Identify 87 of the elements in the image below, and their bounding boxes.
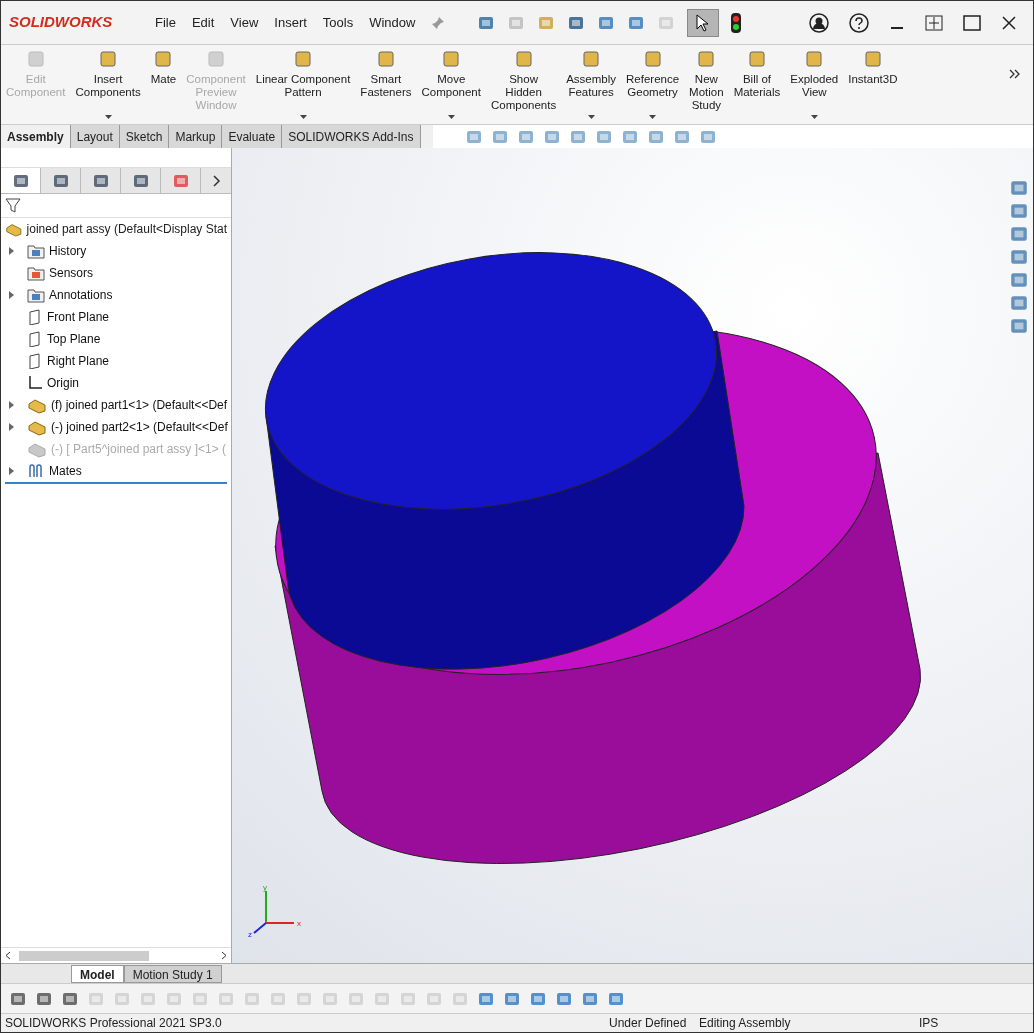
tool-icon [98, 49, 119, 69]
status-mode: Editing Assembly [699, 1015, 792, 1032]
tree-item[interactable]: (-) joined part2<1> (Default<<Def [1, 416, 231, 438]
caret-icon [649, 115, 657, 119]
tool-icon [153, 49, 174, 69]
tree-root-label: joined part assy (Default<Display Stat [26, 221, 227, 238]
tool-icon [804, 49, 825, 69]
ribbon-button[interactable]: Insert Components [70, 49, 146, 123]
ribbon-button[interactable]: Linear Component Pattern [250, 49, 356, 123]
tool-icon [25, 49, 46, 69]
ribbon-button[interactable]: Exploded View [785, 49, 844, 123]
caret-icon [587, 115, 595, 119]
user-icon[interactable] [809, 12, 829, 33]
tool-icon [206, 49, 226, 69]
scrollbar-thumb[interactable] [19, 950, 149, 961]
status-state: Under Defined [609, 1015, 688, 1032]
ribbon-button[interactable]: Mate [145, 49, 182, 123]
tree-item[interactable]: Sensors [1, 262, 231, 284]
app-logo: SOLIDWORKS [9, 12, 114, 33]
tab[interactable]: Sketch [119, 125, 170, 148]
cursor-icon [696, 13, 711, 32]
tree-item[interactable]: Top Plane [1, 328, 231, 350]
tool-icon [746, 49, 767, 69]
ribbon-button[interactable]: Bill of Materials [728, 49, 786, 123]
caret-icon [104, 115, 112, 119]
menu-item[interactable]: View [230, 12, 259, 33]
select-button[interactable] [687, 8, 720, 37]
ribbon-button[interactable]: Move Component [416, 49, 486, 123]
scroll-left-icon[interactable] [5, 951, 11, 960]
scroll-right-icon[interactable] [221, 951, 227, 960]
tree-root[interactable]: joined part assy (Default<Display Stat [1, 218, 231, 240]
expand-arrow-icon[interactable] [9, 247, 14, 255]
tree-item[interactable]: Origin [1, 372, 231, 394]
close-icon[interactable] [1001, 14, 1017, 31]
tree-item[interactable]: Mates [1, 460, 231, 482]
chevrons-right-icon[interactable] [1009, 69, 1021, 79]
tool-icon [581, 49, 602, 69]
caret-icon [810, 115, 818, 119]
tool-icon [696, 49, 717, 69]
caret-icon [447, 115, 455, 119]
pin-icon[interactable] [431, 15, 446, 30]
ribbon-button[interactable]: New Motion Study [684, 49, 729, 123]
menu-item[interactable]: File [155, 12, 176, 33]
tree-item[interactable]: Right Plane [1, 350, 231, 372]
maximize-icon[interactable] [963, 14, 981, 31]
resize-icon[interactable] [925, 14, 943, 31]
status-product: SOLIDWORKS Professional 2021 SP3.0 [5, 1015, 223, 1032]
tool-icon [862, 49, 883, 69]
axis-triad-drawing: y x z [246, 883, 306, 939]
menu-item[interactable]: Window [369, 12, 416, 33]
tab[interactable]: SOLIDWORKS Add-Ins [282, 125, 421, 148]
ribbon-button[interactable]: Reference Geometry [621, 49, 685, 123]
ribbon-button[interactable]: Smart Fasteners [355, 49, 417, 123]
expand-arrow-icon[interactable] [9, 467, 14, 475]
menu-item[interactable]: Tools [322, 12, 354, 33]
tree-item[interactable]: (f) joined part1<1> (Default<<Def [1, 394, 231, 416]
tree-item[interactable]: Annotations [1, 284, 231, 306]
origin-icon [27, 375, 43, 391]
tool-icon [441, 49, 462, 69]
tool-icon [642, 49, 663, 69]
expand-arrow-icon[interactable] [9, 401, 14, 409]
ribbon-button[interactable]: Show Hidden Components [485, 49, 562, 123]
paperclip-icon [27, 463, 45, 479]
ribbon-button[interactable]: Assembly Features [561, 49, 622, 123]
chevron-right-icon[interactable] [213, 175, 221, 187]
tree-item[interactable]: History [1, 240, 231, 262]
plane-icon [27, 331, 43, 347]
tab[interactable]: Evaluate [222, 125, 283, 148]
traffic-light-icon[interactable] [731, 12, 742, 33]
ribbon-button[interactable]: Instant3D [843, 49, 903, 123]
tool-icon [513, 49, 534, 69]
menu-item[interactable]: Edit [191, 12, 215, 33]
tab[interactable]: Layout [70, 125, 120, 148]
tool-icon [375, 49, 396, 69]
tab[interactable]: Motion Study 1 [123, 965, 222, 983]
caret-icon [299, 115, 307, 119]
plane-icon [27, 309, 43, 325]
status-units: IPS [919, 1015, 939, 1032]
plane-icon [27, 353, 43, 369]
expand-arrow-icon[interactable] [9, 291, 14, 299]
tab[interactable]: Model [71, 965, 124, 983]
tool-icon [293, 49, 314, 69]
tree-item[interactable]: Front Plane [1, 306, 231, 328]
menu-item[interactable]: Insert [274, 12, 307, 33]
tab[interactable]: Markup [169, 125, 223, 148]
expand-arrow-icon[interactable] [9, 423, 14, 431]
help-icon[interactable] [849, 12, 869, 33]
